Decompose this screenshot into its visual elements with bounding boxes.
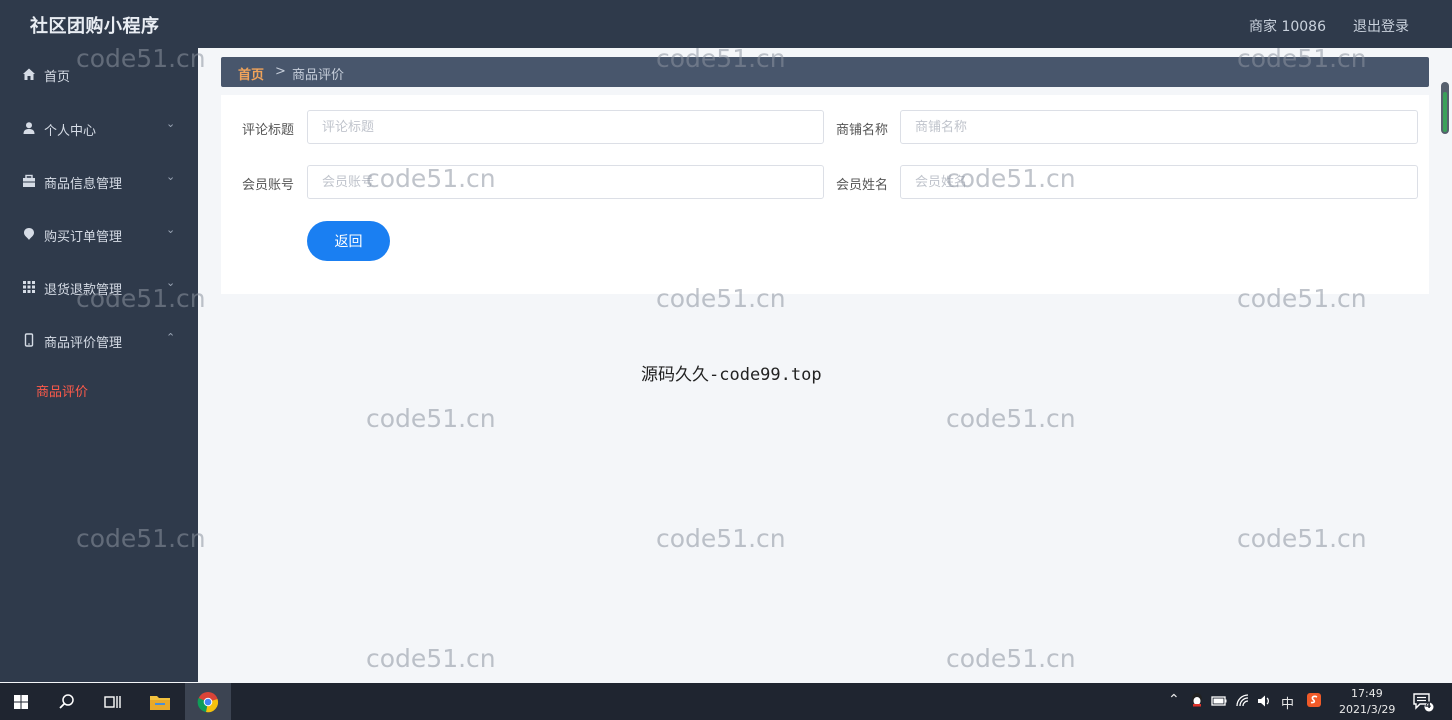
member-name-input[interactable]: [900, 165, 1418, 199]
sidebar-item-label: 购买订单管理: [44, 230, 123, 245]
search-icon[interactable]: [54, 689, 80, 715]
watermark: code51.cn: [946, 404, 1076, 433]
source-note: 源码久久-code99.top: [641, 365, 822, 385]
watermark: code51.cn: [1237, 524, 1367, 553]
chrome-icon[interactable]: [195, 689, 221, 715]
member-account-input[interactable]: [307, 165, 824, 199]
chevron-down-icon: ⌄: [166, 223, 176, 236]
chevron-down-icon: ⌄: [166, 276, 176, 289]
shop-name-input[interactable]: [900, 110, 1418, 144]
sidebar-item-label: 商品评价管理: [44, 336, 123, 351]
sidebar-item-label: 个人中心: [44, 124, 97, 139]
task-view-icon[interactable]: [99, 689, 125, 715]
sogou-input-icon[interactable]: [1305, 691, 1323, 709]
breadcrumb-current: 商品评价: [292, 68, 345, 83]
clock-time[interactable]: 17:49: [1351, 687, 1383, 700]
clock-date[interactable]: 2021/3/29: [1339, 703, 1395, 716]
box-icon: [23, 174, 35, 187]
logout-link[interactable]: 退出登录: [1353, 16, 1409, 36]
user-icon: [23, 122, 35, 134]
sidebar-item-label: 首页: [44, 70, 71, 85]
top-header: 社区团购小程序 商家 10086 退出登录: [0, 0, 1452, 48]
qq-icon[interactable]: [1188, 691, 1206, 709]
ime-indicator[interactable]: 中: [1281, 693, 1294, 712]
chevron-down-icon: ⌄: [166, 170, 176, 183]
review-detail-form: 评论标题 商铺名称 会员账号 会员姓名 返回: [221, 95, 1429, 294]
volume-icon[interactable]: [1256, 692, 1274, 710]
watermark: code51.cn: [946, 644, 1076, 673]
phone-icon: [24, 333, 34, 347]
sidebar-item-refunds[interactable]: 退货退款管理 ⌄: [0, 268, 198, 308]
notification-count: 4: [1425, 701, 1432, 711]
sidebar-item-label: 商品信息管理: [44, 177, 123, 192]
sidebar-subitem-product-reviews[interactable]: 商品评价: [36, 381, 88, 400]
member-account-label: 会员账号: [242, 178, 295, 193]
tray-expand-icon[interactable]: ⌃: [1168, 692, 1180, 708]
wifi-icon[interactable]: [1234, 692, 1252, 710]
grid-icon: [23, 281, 35, 293]
sidebar-item-label: 退货退款管理: [44, 283, 123, 298]
sidebar: 首页 个人中心 ⌄ 商品信息管理 ⌄ 购买订单管理 ⌄ 退货退款管理 ⌄ 商品评…: [0, 48, 198, 682]
sidebar-item-home[interactable]: 首页: [0, 55, 198, 95]
pin-icon: [24, 228, 34, 240]
sidebar-item-product-info[interactable]: 商品信息管理 ⌄: [0, 162, 198, 202]
review-title-label: 评论标题: [242, 123, 295, 138]
breadcrumb: 首页 > 商品评价: [221, 57, 1429, 87]
back-button[interactable]: 返回: [307, 221, 390, 261]
windows-start-icon[interactable]: [8, 689, 34, 715]
home-icon: [23, 68, 35, 80]
scrollbar[interactable]: [1441, 82, 1449, 134]
sidebar-item-reviews[interactable]: 商品评价管理 ⌃: [0, 321, 198, 361]
member-name-label: 会员姓名: [836, 178, 889, 193]
app-title: 社区团购小程序: [30, 16, 160, 37]
battery-icon[interactable]: [1210, 692, 1228, 710]
chevron-up-icon: ⌃: [166, 331, 176, 344]
merchant-label: 商家 10086: [1249, 19, 1326, 35]
watermark: code51.cn: [366, 644, 496, 673]
review-title-input[interactable]: [307, 110, 824, 144]
sidebar-item-personal-center[interactable]: 个人中心 ⌄: [0, 109, 198, 149]
breadcrumb-home-link[interactable]: 首页: [238, 64, 264, 83]
chevron-down-icon: ⌄: [166, 117, 176, 130]
os-taskbar: ⌃ 中 17:49 2021/3/29 4: [0, 683, 1452, 720]
shop-name-label: 商铺名称: [836, 123, 889, 138]
watermark: code51.cn: [366, 404, 496, 433]
sidebar-item-orders[interactable]: 购买订单管理 ⌄: [0, 215, 198, 255]
watermark: code51.cn: [656, 524, 786, 553]
file-explorer-icon[interactable]: [147, 689, 173, 715]
breadcrumb-separator: >: [275, 64, 286, 79]
